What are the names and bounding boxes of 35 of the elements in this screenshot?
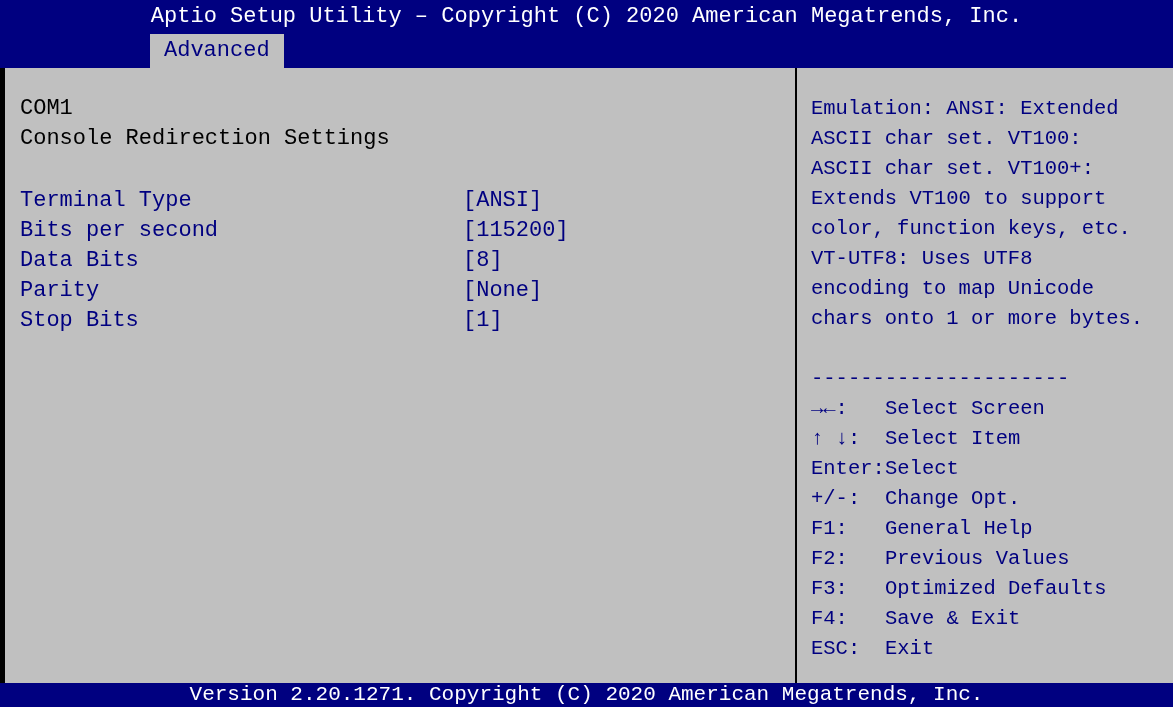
key-action: Change Opt. — [885, 486, 1021, 512]
key-name: Enter: — [811, 456, 885, 482]
setting-value[interactable]: [ANSI] — [463, 186, 543, 216]
help-text: Emulation: ANSI: Extended ASCII char set. VT100: ASCII char set. VT100+: Extends VT100 to support color, function keys, etc. VT-UTF8: Uses UTF8 encoding to map Unicode chars onto 1 or more bytes. — [811, 96, 1145, 332]
menu-tab[interactable]: Advanced — [150, 34, 284, 68]
key-action: Select Item — [885, 426, 1021, 452]
separator-line: --------------------- — [811, 366, 1071, 392]
key-action: Exit — [885, 636, 935, 662]
setting-value[interactable]: [None] — [463, 276, 543, 306]
setting-value[interactable]: [115200] — [463, 216, 569, 246]
setting-value[interactable]: [8] — [463, 246, 503, 276]
footer-text: Version 2.20.1271. Copyright (C) 2020 American Megatrends, Inc. — [188, 683, 985, 707]
window-title: Aptio Setup Utility – Copyright (C) 2020 American Megatrends, Inc. — [149, 3, 1024, 31]
key-name: →←: — [811, 396, 849, 422]
key-name: F4: — [811, 606, 849, 632]
key-action: Select Screen — [885, 396, 1045, 422]
key-name: ESC: — [811, 636, 862, 662]
setting-label[interactable]: Stop Bits — [20, 306, 463, 336]
setting-label[interactable]: Terminal Type — [20, 186, 463, 216]
setting-label[interactable]: Parity — [20, 276, 463, 306]
key-action: Previous Values — [885, 546, 1070, 572]
setting-value[interactable]: [1] — [463, 306, 503, 336]
key-name: F2: — [811, 546, 849, 572]
section-subheading: Console Redirection Settings — [20, 125, 391, 153]
key-name: +/-: — [811, 486, 862, 512]
setting-label[interactable]: Bits per second — [20, 216, 463, 246]
key-action: Save & Exit — [885, 606, 1021, 632]
key-action: Select — [885, 456, 959, 482]
key-action: Optimized Defaults — [885, 576, 1107, 602]
key-name: F1: — [811, 516, 849, 542]
key-name: ↑ ↓: — [811, 426, 862, 452]
key-name: F3: — [811, 576, 849, 602]
setting-label[interactable]: Data Bits — [20, 246, 463, 276]
key-action: General Help — [885, 516, 1033, 542]
section-heading: COM1 — [20, 95, 74, 123]
